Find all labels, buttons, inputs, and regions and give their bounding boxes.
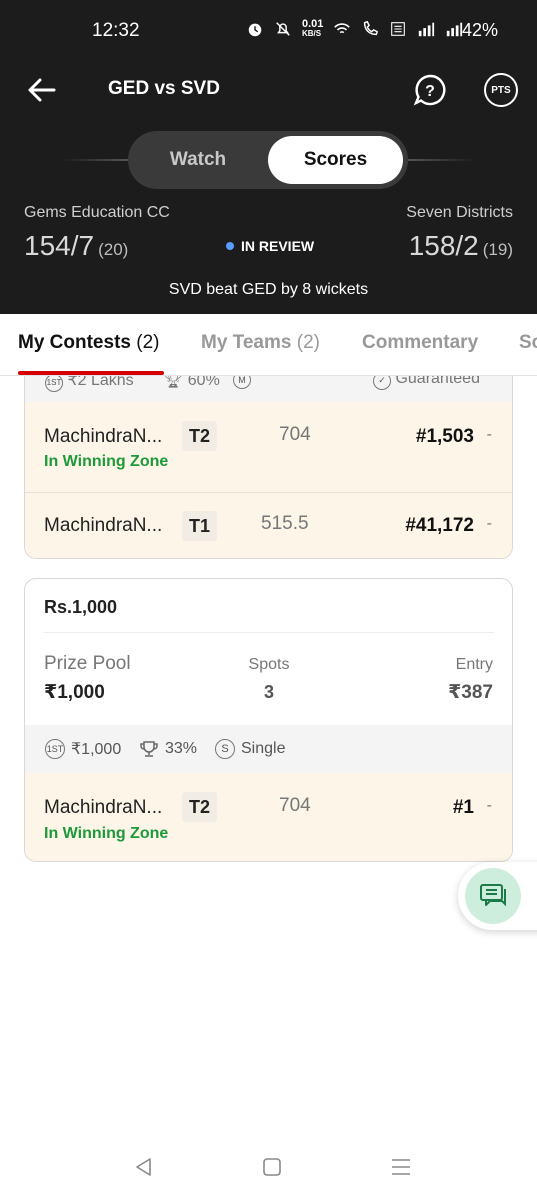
alarm-icon xyxy=(248,23,262,37)
net-speed: 0.01 KB/S xyxy=(302,18,324,39)
pts-icon[interactable]: PTS xyxy=(484,73,518,107)
first-prize-icon: 1ST xyxy=(45,739,65,759)
team-left-score: 154/7 (20) xyxy=(24,230,129,261)
contest-tabs: My Contests (2) My Teams (2) Commentary … xyxy=(0,314,537,376)
contest-card[interactable]: Rs.1,000 Prize Pool ₹1,000 Spots 3 Entry… xyxy=(24,578,513,862)
rank-change: - xyxy=(486,426,492,443)
watch-scores-toggle: Watch Scores xyxy=(128,131,408,189)
tab-commentary[interactable]: Commentary xyxy=(362,332,478,354)
match-status: IN REVIEW xyxy=(226,238,314,254)
team-tag: T1 xyxy=(182,511,217,541)
nav-recents-icon[interactable] xyxy=(390,1156,412,1178)
single-entry-icon: S xyxy=(215,739,235,759)
nav-home-icon[interactable] xyxy=(261,1156,283,1178)
contest-card[interactable]: 1ST ₹2 Lakhs 🏆︎ 60% M ✓ Guaranteed Machi… xyxy=(24,376,513,559)
volte-icon xyxy=(391,22,406,36)
tab-my-contests[interactable]: My Contests (2) xyxy=(18,332,159,354)
team-right-name: Seven Districts xyxy=(406,204,513,221)
win-percentage: 33% xyxy=(139,739,197,759)
multi-entry-icon: M xyxy=(233,376,251,389)
toggle-divider-left xyxy=(62,159,128,161)
tab-my-teams[interactable]: My Teams (2) xyxy=(201,332,320,354)
check-icon: ✓ xyxy=(373,376,391,390)
contest-title: Rs.1,000 xyxy=(44,597,118,617)
entry-value: ₹387 xyxy=(448,682,493,703)
team-name: MachindraN... xyxy=(44,426,163,447)
team-tag: T2 xyxy=(182,792,217,822)
scores-tab[interactable]: Scores xyxy=(268,136,403,184)
prize-pool-label: Prize Pool xyxy=(44,653,131,674)
winning-zone-label: In Winning Zone xyxy=(44,453,169,470)
rank-change: - xyxy=(486,515,492,532)
trophy-icon xyxy=(140,741,158,757)
tab-scorecard[interactable]: Sc xyxy=(519,332,537,354)
team-rank: #1 xyxy=(452,797,474,818)
team-name: MachindraN... xyxy=(44,515,163,536)
contest-info-strip: 1ST ₹1,000 33% S Single xyxy=(25,725,512,773)
help-icon[interactable]: ? xyxy=(413,73,447,107)
status-icons: 0.01 KB/S xyxy=(246,18,463,39)
team-points: 515.5 xyxy=(261,513,309,534)
status-bar: 12:32 0.01 KB/S 42% xyxy=(0,0,537,64)
divider xyxy=(44,632,494,633)
first-prize: 1ST ₹2 Lakhs xyxy=(45,376,134,392)
active-tab-indicator xyxy=(18,371,164,375)
wifi-icon xyxy=(334,23,351,34)
bell-muted-icon xyxy=(276,22,290,36)
status-time: 12:32 xyxy=(92,20,140,41)
chat-fab-container xyxy=(458,862,537,930)
svg-text:?: ? xyxy=(425,83,435,100)
team-row[interactable]: MachindraN... T2 In Winning Zone 704 #1,… xyxy=(25,402,512,492)
nav-back-icon[interactable] xyxy=(133,1156,155,1178)
battery-level: 42% xyxy=(462,20,499,40)
match-header: 12:32 0.01 KB/S 42% GED vs SVD ? PTS Wat… xyxy=(0,0,537,314)
win-percentage: 🏆︎ 60% xyxy=(163,376,220,390)
system-nav-bar xyxy=(0,1140,537,1200)
team-tag: T2 xyxy=(182,421,217,451)
contest-info-strip: 1ST ₹2 Lakhs 🏆︎ 60% M ✓ Guaranteed xyxy=(25,376,512,402)
status-dot xyxy=(226,242,234,250)
team-points: 704 xyxy=(279,795,311,816)
team-right-score: 158/2 (19) xyxy=(408,230,513,261)
chat-icon xyxy=(480,884,506,907)
signal-icon xyxy=(419,22,435,37)
prize-pool-value: ₹1,000 xyxy=(44,682,105,703)
winning-zone-label: In Winning Zone xyxy=(44,825,169,842)
spots-label: Spots xyxy=(248,656,290,673)
team-rank: #41,172 xyxy=(405,515,474,536)
watch-tab[interactable]: Watch xyxy=(128,131,268,189)
team-points: 704 xyxy=(279,424,311,445)
match-result: SVD beat GED by 8 wickets xyxy=(168,281,369,298)
page-title: GED vs SVD xyxy=(108,78,220,99)
rank-change: - xyxy=(486,797,492,814)
signal-icon-2 xyxy=(447,22,463,37)
chat-button[interactable] xyxy=(465,868,521,924)
team-row[interactable]: MachindraN... T2 In Winning Zone 704 #1 … xyxy=(25,773,512,861)
entry-label: Entry xyxy=(455,656,493,673)
guaranteed-badge: ✓ Guaranteed xyxy=(373,376,480,390)
team-name: MachindraN... xyxy=(44,797,163,818)
team-rank: #1,503 xyxy=(415,426,474,447)
team-left-name: Gems Education CC xyxy=(24,204,170,221)
trophy-icon: 🏆︎ xyxy=(163,376,184,389)
app-bar: GED vs SVD ? PTS xyxy=(0,64,537,120)
toggle-divider-right xyxy=(408,159,476,161)
wifi-call-icon xyxy=(364,20,379,36)
first-prize: 1ST ₹1,000 xyxy=(45,739,122,759)
first-prize-icon: 1ST xyxy=(45,376,63,392)
single-entry: S Single xyxy=(215,739,285,759)
spots-value: 3 xyxy=(263,682,274,702)
team-row[interactable]: MachindraN... T1 515.5 #41,172 - xyxy=(25,492,512,558)
back-arrow-icon[interactable] xyxy=(26,76,58,104)
